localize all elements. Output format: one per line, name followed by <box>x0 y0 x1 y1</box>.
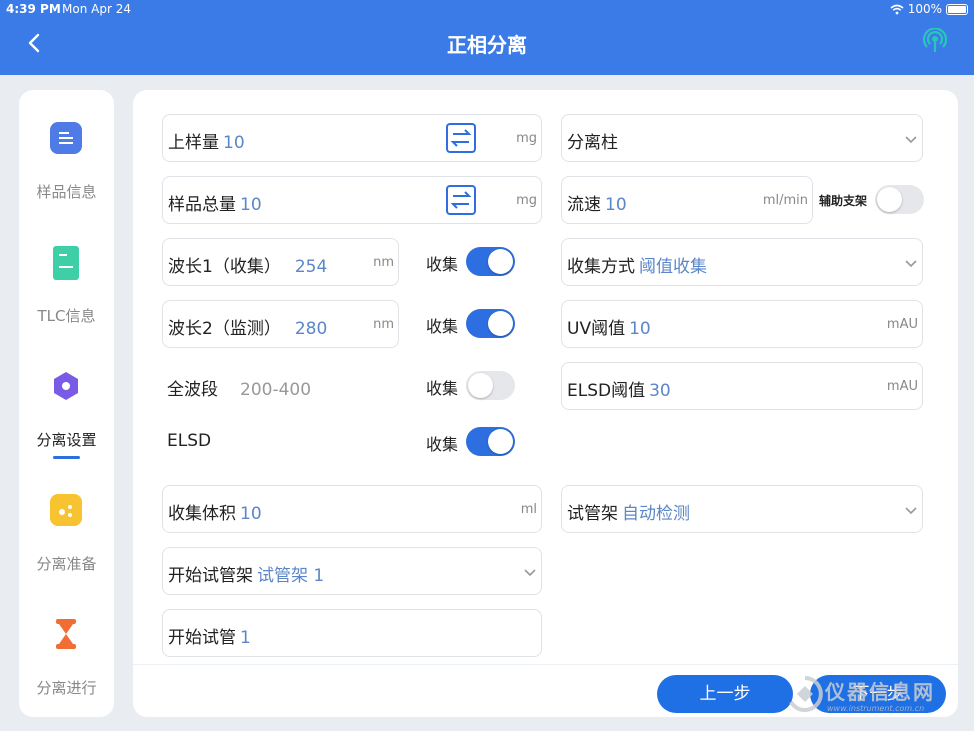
field-value: 10 <box>605 195 627 215</box>
settings-gear-icon <box>50 370 82 402</box>
field-unit: ml/min <box>762 193 808 208</box>
field-unit: nm <box>373 255 394 270</box>
tlc-plate-icon <box>53 246 79 280</box>
footer-divider <box>133 664 958 665</box>
sidebar-item-label: 分离进行 <box>36 679 97 697</box>
field-value: 10 <box>240 504 262 524</box>
field-unit: nm <box>373 317 394 332</box>
collect-label: 收集 <box>426 255 459 274</box>
wifi-icon <box>890 4 904 14</box>
field-unit: mAU <box>886 317 918 332</box>
field-value: 试管架 1 <box>257 566 325 586</box>
chevron-down-icon <box>905 260 917 268</box>
prev-step-button[interactable]: 上一步 <box>657 675 793 713</box>
field-value: 200-400 <box>240 380 312 400</box>
full-band-row: 全波段 200-400 <box>167 375 311 400</box>
active-indicator <box>53 456 80 459</box>
chevron-down-icon <box>905 507 917 515</box>
field-label: 样品总量 <box>168 195 236 215</box>
start-rack-select[interactable]: 开始试管架 试管架 1 <box>162 547 542 595</box>
field-label: ELSD阈值 <box>567 381 646 401</box>
field-label: 分离柱 <box>567 133 618 153</box>
field-value: 10 <box>223 133 245 153</box>
field-label: 开始试管架 <box>168 566 253 586</box>
field-label: 收集方式 <box>567 257 635 277</box>
field-value: 10 <box>629 319 651 339</box>
wavelength2-collect-toggle[interactable] <box>466 309 515 338</box>
field-label: 收集体积 <box>168 504 236 524</box>
sidebar-item-label: 样品信息 <box>36 183 97 201</box>
field-label: 流速 <box>567 195 601 215</box>
chevron-down-icon <box>524 569 536 577</box>
document-icon <box>50 122 82 154</box>
status-time: 4:39 PM <box>6 2 61 16</box>
field-value: 10 <box>240 195 262 215</box>
sidebar-item-tlc-info[interactable]: TLC信息 <box>19 246 114 356</box>
field-value: 自动检测 <box>622 504 690 524</box>
status-date: Mon Apr 24 <box>62 2 131 16</box>
field-value: 254 <box>294 257 328 277</box>
watermark-logo: 仪器信息网 www.instrument.com.cn <box>785 674 955 722</box>
field-label: UV阈值 <box>567 319 626 339</box>
swap-arrows-icon[interactable] <box>446 123 476 153</box>
wavelength1-field[interactable]: 波长1（收集） 254 nm <box>162 238 399 286</box>
uv-threshold-field[interactable]: UV阈值 10 mAU <box>561 300 923 348</box>
field-unit: mg <box>516 131 537 146</box>
start-tube-field[interactable]: 开始试管 1 <box>162 609 542 657</box>
field-unit: ml <box>520 502 537 517</box>
tube-rack-select[interactable]: 试管架 自动检测 <box>561 485 923 533</box>
load-amount-field[interactable]: 上样量 10 mg <box>162 114 542 162</box>
field-value: 280 <box>294 319 328 339</box>
field-label: 全波段 <box>167 380 218 400</box>
collect-volume-field[interactable]: 收集体积 10 ml <box>162 485 542 533</box>
watermark-url: www.instrument.com.cn <box>827 704 925 713</box>
battery-percent: 100% <box>907 2 942 16</box>
page-title: 正相分离 <box>447 33 527 57</box>
field-unit: mg <box>516 193 537 208</box>
settings-panel: 上样量 10 mg 分离柱 样品总量 10 mg 流速 10 ml/min 辅助支架 … <box>133 90 958 717</box>
sidebar-item-separation-prep[interactable]: 分离准备 <box>19 494 114 604</box>
aux-rack-toggle[interactable] <box>875 185 924 214</box>
elsd-threshold-field[interactable]: ELSD阈值 30 mAU <box>561 362 923 410</box>
hourglass-icon <box>50 618 82 650</box>
wavelength1-collect-toggle[interactable] <box>466 247 515 276</box>
watermark-text: 仪器信息网 <box>825 680 935 704</box>
sidebar-item-sample-info[interactable]: 样品信息 <box>19 122 114 232</box>
field-label: 波长2（监测） <box>168 319 281 339</box>
sidebar-item-label: 分离设置 <box>36 431 97 449</box>
sidebar: 样品信息 TLC信息 分离设置 分离准备 分离进行 <box>19 90 114 717</box>
sidebar-item-separation-running[interactable]: 分离进行 <box>19 618 114 728</box>
app-header: 4:39 PM Mon Apr 24 100% 正相分离 <box>0 0 974 75</box>
collect-label: 收集 <box>426 379 459 398</box>
signal-broadcast-icon[interactable] <box>922 28 948 54</box>
collect-label: 收集 <box>426 317 459 336</box>
field-unit: mAU <box>886 379 918 394</box>
prepare-icon <box>50 494 82 526</box>
sidebar-item-label: TLC信息 <box>37 307 96 325</box>
status-right: 100% <box>890 2 968 16</box>
battery-icon <box>946 3 968 15</box>
total-sample-field[interactable]: 样品总量 10 mg <box>162 176 542 224</box>
aux-rack-label: 辅助支架 <box>819 194 868 208</box>
elsd-collect-toggle[interactable] <box>466 427 515 456</box>
field-label: 上样量 <box>168 133 219 153</box>
wavelength2-field[interactable]: 波长2（监测） 280 nm <box>162 300 399 348</box>
flow-rate-field[interactable]: 流速 10 ml/min <box>561 176 813 224</box>
field-value: 30 <box>649 381 671 401</box>
chevron-down-icon <box>905 136 917 144</box>
full-band-collect-toggle[interactable] <box>466 371 515 400</box>
column-select[interactable]: 分离柱 <box>561 114 923 162</box>
collect-mode-select[interactable]: 收集方式 阈值收集 <box>561 238 923 286</box>
watermark-emblem-icon <box>789 676 823 712</box>
field-label: 波长1（收集） <box>168 257 281 277</box>
sidebar-item-label: 分离准备 <box>36 555 97 573</box>
field-value: 1 <box>240 628 251 648</box>
sidebar-item-separation-settings[interactable]: 分离设置 <box>19 370 114 480</box>
elsd-label: ELSD <box>167 431 212 451</box>
collect-label: 收集 <box>426 435 459 454</box>
field-value: 阈值收集 <box>639 257 707 277</box>
swap-arrows-icon[interactable] <box>446 185 476 215</box>
field-label: 试管架 <box>567 504 618 524</box>
field-label: 开始试管 <box>168 628 236 648</box>
